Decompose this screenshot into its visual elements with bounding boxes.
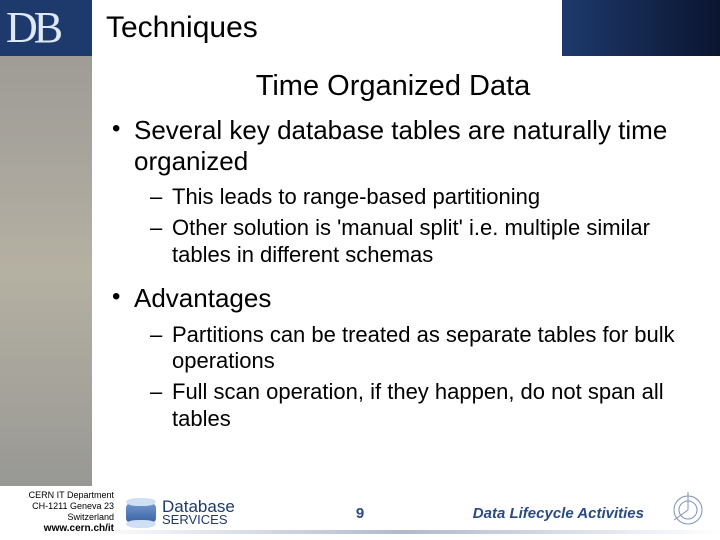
sub-bullet-item: This leads to range-based partitioning (150, 184, 698, 211)
addr-line1: CERN IT Department (4, 490, 114, 501)
slide: DB CERNIT Department Techniques Time Org… (0, 0, 720, 540)
bullet-list: Several key database tables are naturall… (108, 115, 698, 433)
sub-bullet-list: This leads to range-based partitioning O… (150, 184, 698, 268)
cern-it-small: CERN (661, 12, 687, 22)
sub-bullet-item: Full scan operation, if they happen, do … (150, 379, 698, 433)
database-services-logo: Database SERVICES (126, 500, 235, 526)
database-services-text: Database SERVICES (162, 500, 235, 526)
footer-address: CERN IT Department CH-1211 Geneva 23 Swi… (4, 490, 114, 534)
cern-logo-icon (668, 490, 708, 530)
deck-title: Data Lifecycle Activities (473, 505, 644, 522)
bullet-item: Several key database tables are naturall… (108, 115, 698, 269)
content-subtitle: Time Organized Data (88, 70, 698, 103)
db-logo: DB (6, 2, 59, 53)
slide-title-text: Techniques (106, 11, 258, 45)
cern-it-dept: Department (663, 22, 710, 32)
footer: CERN IT Department CH-1211 Geneva 23 Swi… (0, 486, 720, 540)
addr-line2: CH-1211 Geneva 23 (4, 501, 114, 512)
bullet-text: Advantages (134, 283, 271, 313)
sub-bullet-list: Partitions can be treated as separate ta… (150, 322, 698, 433)
page-number: 9 (356, 505, 364, 522)
sub-bullet-item: Other solution is 'manual split' i.e. mu… (150, 215, 698, 269)
cern-it-logo-top: CERNIT Department (661, 8, 710, 32)
addr-url: www.cern.ch/it (4, 523, 114, 534)
dbserv-bottom: SERVICES (162, 513, 235, 526)
slide-title: Techniques (92, 0, 562, 56)
cern-it-big: IT (687, 0, 710, 26)
addr-line3: Switzerland (4, 512, 114, 523)
bullet-item: Advantages Partitions can be treated as … (108, 283, 698, 433)
bullet-text: Several key database tables are naturall… (134, 115, 667, 176)
content-area: Time Organized Data Several key database… (108, 70, 698, 447)
sidebar-photo (0, 56, 92, 486)
sub-bullet-item: Partitions can be treated as separate ta… (150, 322, 698, 376)
db-logo-text: DB (6, 3, 59, 52)
database-icon (126, 500, 156, 526)
